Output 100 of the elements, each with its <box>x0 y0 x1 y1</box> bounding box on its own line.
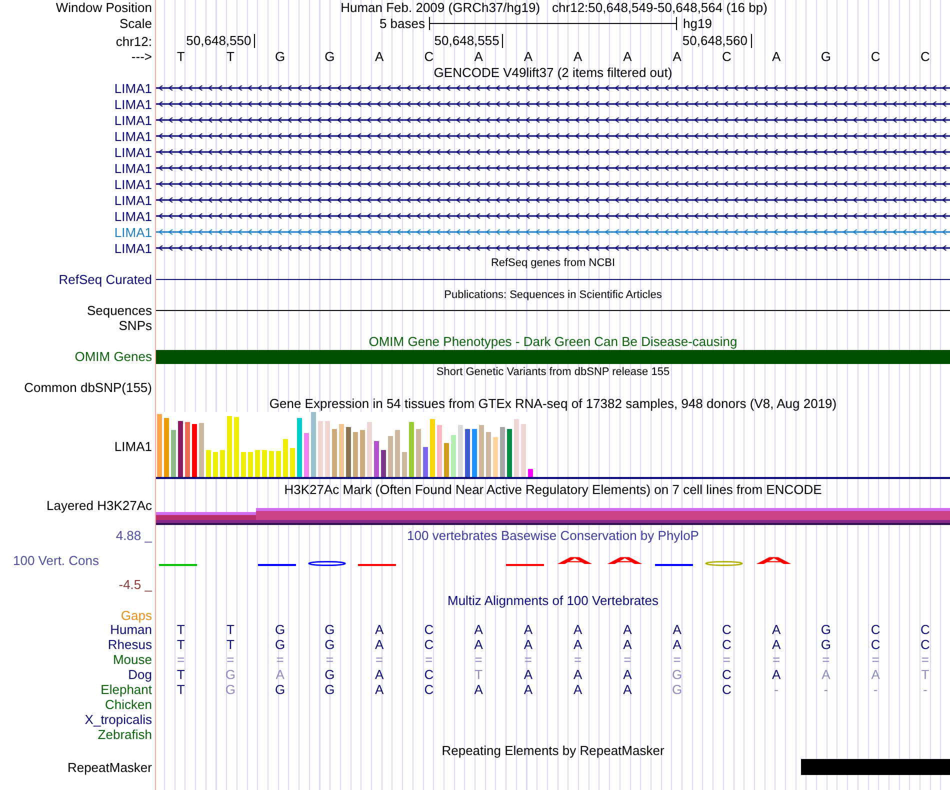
transcript-label: LIMA1 <box>114 224 152 240</box>
aligned-base: G <box>672 682 682 697</box>
base-letter: G <box>324 49 335 64</box>
coordinate-label: 50,648,550 <box>186 34 256 48</box>
aligned-base: T <box>226 622 234 637</box>
aligned-base: = <box>722 652 730 667</box>
aligned-base: T <box>176 682 185 697</box>
position-range: chr12:50,648,549-50,648,564 (16 bp) <box>552 0 768 15</box>
aligned-base: C <box>424 667 434 682</box>
species-label: Chicken <box>105 697 152 712</box>
aligned-base: G <box>275 682 286 697</box>
aligned-base: G <box>324 637 335 652</box>
conservation-letter: A <box>556 558 594 566</box>
base-letter: C <box>424 49 434 64</box>
track-label: RefSeq Curated <box>58 272 152 286</box>
row-label: Window Position <box>56 0 152 15</box>
track-title: Gene Expression in 54 tissues from GTEx RNA-seq of 17382 samples, 948 donors (V8, Aug 2019) <box>269 396 837 411</box>
aligned-base: A <box>623 667 632 682</box>
track-label: Sequences <box>86 303 152 318</box>
aligned-base: A <box>672 622 682 637</box>
aligned-base: A <box>474 637 483 652</box>
track-label: SNPs <box>118 318 152 333</box>
aligned-base: A <box>573 667 582 682</box>
base-letter: A <box>573 49 582 64</box>
aligned-base: - <box>824 682 828 697</box>
aligned-base: = <box>872 652 880 667</box>
aligned-base: C <box>920 622 930 637</box>
coordinate-label: 50,648,555 <box>434 34 504 48</box>
axis-min-label: -4.5 _ <box>118 576 152 592</box>
aligned-base: T <box>226 637 234 652</box>
aligned-base: C <box>722 622 732 637</box>
gene-label: LIMA1 <box>114 438 152 454</box>
aligned-base: = <box>524 652 532 667</box>
aligned-base: = <box>624 652 632 667</box>
aligned-base: C <box>870 637 880 652</box>
track-title: Publications: Sequences in Scientific Articles <box>444 288 662 302</box>
transcript-label: LIMA1 <box>114 192 152 208</box>
aligned-base: G <box>324 682 335 697</box>
transcript-label: LIMA1 <box>114 128 152 144</box>
base-letter: A <box>474 49 483 64</box>
aligned-base: A <box>374 622 384 637</box>
track-label: Gaps <box>120 608 152 623</box>
aligned-base: = <box>177 652 185 667</box>
aligned-base: = <box>921 652 929 667</box>
track-title: Short Genetic Variants from dbSNP release 155 <box>436 364 670 380</box>
transcript-label: LIMA1 <box>114 80 152 96</box>
aligned-base: A <box>672 637 682 652</box>
aligned-base: A <box>524 622 533 637</box>
base-letter: C <box>870 49 880 64</box>
transcript-label: LIMA1 <box>114 240 152 256</box>
base-letter: A <box>772 49 781 64</box>
aligned-base: A <box>276 667 284 682</box>
aligned-base: G <box>225 682 236 697</box>
axis-max-label: 4.88 _ <box>116 528 152 543</box>
species-label: Zebrafish <box>98 727 152 742</box>
transcript-label: LIMA1 <box>114 176 152 192</box>
aligned-base: G <box>275 637 286 652</box>
coordinate-label: 50,648,560 <box>682 34 752 48</box>
track-title: Repeating Elements by RepeatMasker <box>442 743 664 758</box>
base-letter: C <box>920 49 930 64</box>
aligned-base: C <box>920 637 930 652</box>
track-title: 100 vertebrates Basewise Conservation by PhyloP <box>407 528 699 543</box>
transcript-label: LIMA1 <box>114 112 152 128</box>
conservation-letter: A <box>606 558 644 566</box>
track-title: H3K27Ac Mark (Often Found Near Active Regulatory Elements) on 7 cell lines from ENCODE <box>284 482 822 496</box>
aligned-base: C <box>424 622 434 637</box>
species-label: Mouse <box>112 652 152 667</box>
aligned-base: - <box>873 682 878 697</box>
track-label: Common dbSNP(155) <box>24 380 152 395</box>
track-title: GENCODE V49lift37 (2 items filtered out) <box>434 64 672 80</box>
aligned-base: G <box>820 622 831 637</box>
row-label: Scale <box>119 16 152 30</box>
track-title: RefSeq genes from NCBI <box>490 256 616 271</box>
species-label: Rhesus <box>108 637 152 652</box>
species-label: X_tropicalis <box>84 712 152 727</box>
aligned-base: = <box>822 652 830 667</box>
aligned-base: A <box>772 622 781 637</box>
transcript-label: LIMA1 <box>114 144 152 160</box>
base-letter: A <box>623 49 632 64</box>
base-letter: C <box>722 49 732 64</box>
aligned-base: T <box>176 667 185 682</box>
assembly-name: hg19 <box>683 16 712 30</box>
aligned-base: G <box>820 637 831 652</box>
base-letter: A <box>374 49 384 64</box>
aligned-base: G <box>324 622 335 637</box>
aligned-base: A <box>772 667 781 682</box>
aligned-base: C <box>722 667 732 682</box>
aligned-base: C <box>424 637 434 652</box>
transcript-label: LIMA1 <box>114 160 152 176</box>
aligned-base: = <box>425 652 433 667</box>
aligned-base: A <box>474 682 483 697</box>
aligned-base: = <box>226 652 234 667</box>
aligned-base: A <box>524 637 533 652</box>
strand-arrow: ---> <box>131 49 152 64</box>
aligned-base: A <box>524 667 533 682</box>
aligned-base: G <box>225 667 236 682</box>
aligned-base: A <box>374 637 384 652</box>
aligned-base: = <box>326 652 334 667</box>
aligned-base: = <box>276 652 284 667</box>
chromosome-label: chr12: <box>116 34 152 49</box>
